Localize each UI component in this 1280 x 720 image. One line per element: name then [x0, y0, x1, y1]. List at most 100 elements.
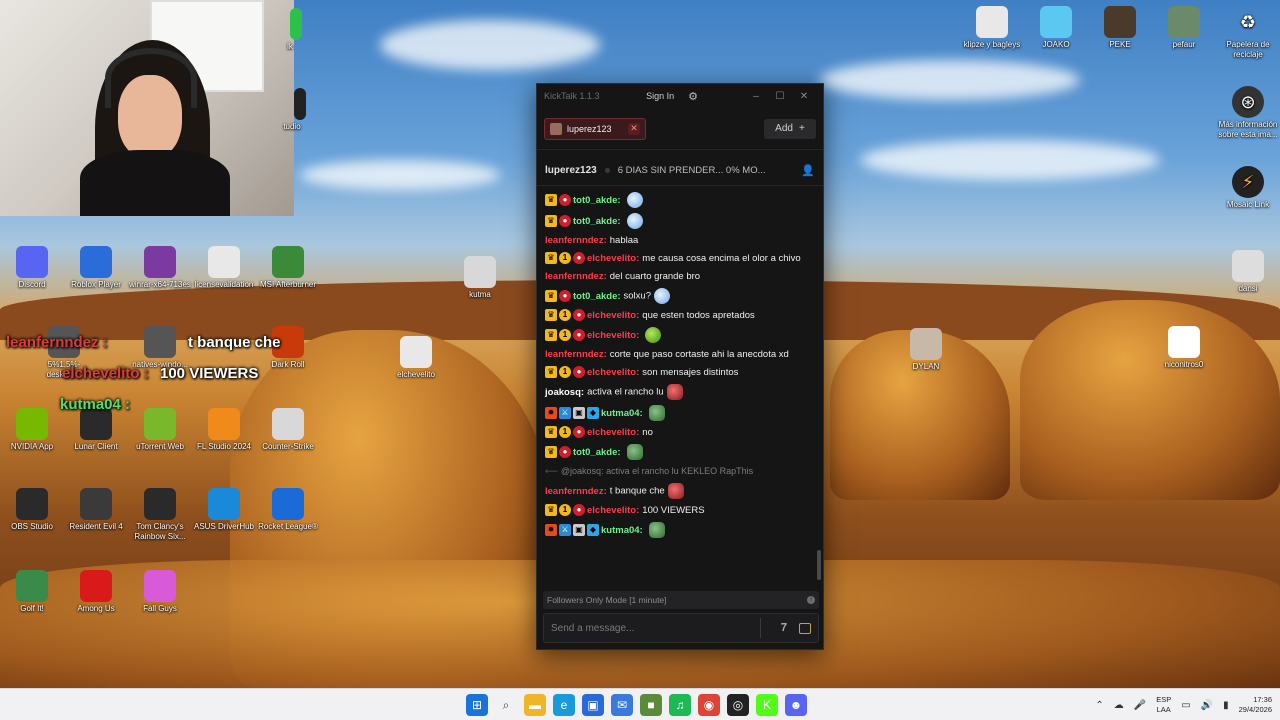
one-badge-icon[interactable]: 1 [559, 252, 571, 265]
chat-message[interactable]: joakosq: activa el rancho lu [545, 384, 815, 400]
cube-badge-icon[interactable]: ◆ [587, 524, 599, 536]
desktop-icon-elchevelito[interactable]: elchevelito [384, 336, 448, 380]
blue-badge-icon[interactable]: ⚔ [559, 524, 571, 536]
chat-username[interactable]: tot0_akde: [573, 195, 621, 206]
user-icon[interactable]: 👤 [801, 164, 815, 177]
desktop-icon-dylan[interactable]: DYLAN [894, 328, 958, 372]
one-badge-icon[interactable]: 1 [559, 309, 571, 322]
clock[interactable]: 17:36 29/4/2026 [1239, 695, 1272, 715]
sub-badge-icon[interactable]: ● [573, 329, 585, 341]
crown-badge-icon[interactable]: ♛ [545, 215, 557, 227]
chat-username[interactable]: elchevelito: [587, 427, 639, 438]
desktop-icon[interactable]: Golf It! [0, 570, 64, 614]
emote-icon[interactable] [648, 522, 665, 538]
file-explorer-icon[interactable]: ▬ [524, 694, 546, 716]
chat-message[interactable]: ✹ ⚔ ▣ ◆ kutma04: [545, 522, 815, 538]
gear-icon[interactable]: ⚙ [688, 90, 698, 103]
chat-username[interactable]: elchevelito: [587, 310, 639, 321]
chat-message[interactable]: ✹ ⚔ ▣ ◆ kutma04: [545, 405, 815, 421]
reply-preview[interactable]: ⟵ @joakosq: activa el rancho lu KEKLEO Ra… [545, 465, 815, 478]
emote-icon[interactable] [645, 327, 662, 343]
tab-channel[interactable]: luperez123 ✕ [544, 117, 646, 140]
desktop-icon[interactable]: Counter-Strike [256, 408, 320, 452]
chat-message[interactable]: leanfernndez: t banque che [545, 483, 815, 499]
kick-icon[interactable]: K [756, 694, 778, 716]
language-indicator[interactable]: ESP LAA [1156, 695, 1171, 715]
fire-badge-icon[interactable]: ✹ [545, 407, 557, 419]
desktop-icon[interactable]: FL Studio 2024 [192, 408, 256, 452]
obs-icon[interactable]: ◎ [727, 694, 749, 716]
desktop-icon[interactable]: uTorrent Web [128, 408, 192, 452]
mail-icon[interactable]: ✉ [611, 694, 633, 716]
blue-badge-icon[interactable]: ⚔ [559, 407, 571, 419]
chat-username[interactable]: tot0_akde: [573, 291, 621, 302]
sign-in-button[interactable]: Sign In [646, 91, 674, 101]
close-button[interactable]: ✕ [792, 91, 816, 102]
sub-badge-icon[interactable]: ● [573, 309, 585, 322]
emote-icon[interactable] [667, 483, 684, 499]
desktop-icon[interactable]: MSI Afterburner [256, 246, 320, 290]
one-badge-icon[interactable]: 1 [559, 504, 571, 517]
battery-icon[interactable]: ▮ [1223, 700, 1229, 711]
seventv-icon[interactable]: 𝟕 [781, 622, 787, 635]
sub-badge-icon[interactable]: ● [559, 290, 571, 302]
chat-username[interactable]: joakosq: [545, 387, 584, 398]
crown-badge-icon[interactable]: ♛ [545, 290, 557, 302]
crown-badge-icon[interactable]: ♛ [545, 309, 557, 322]
sub-badge-icon[interactable]: ● [559, 446, 571, 458]
desktop-icon-peke[interactable]: PEKE [1088, 6, 1152, 50]
store-icon[interactable]: ▣ [582, 694, 604, 716]
chat-message[interactable]: ♛ 1 ● elchevelito: son mensajes distintos [545, 366, 815, 379]
sub-badge-icon[interactable]: ● [573, 426, 585, 439]
crown-badge-icon[interactable]: ♛ [545, 426, 557, 439]
chat-message[interactable]: ♛ ● tot0_akde: [545, 444, 815, 460]
emote-icon[interactable] [626, 444, 643, 460]
chat-list[interactable]: ♛ ● tot0_akde: ♛ ● tot0_akde: leanfernndez: hab… [537, 187, 823, 589]
start-icon[interactable]: ⊞ [466, 694, 488, 716]
sub-badge-icon[interactable]: ● [559, 194, 571, 206]
chevron-up-icon[interactable]: ⌃ [1095, 700, 1103, 711]
one-badge-icon[interactable]: 1 [559, 366, 571, 379]
desktop-icon[interactable]: Fall Guys [128, 570, 192, 614]
chat-username[interactable]: kutma04: [601, 408, 643, 419]
desktop-icon[interactable]: OBS Studio [0, 488, 64, 532]
chat-username[interactable]: leanfernndez: [545, 235, 607, 246]
chat-message[interactable]: ♛ 1 ● elchevelito: que esten todos apretados [545, 309, 815, 322]
desktop-icon-pefaur[interactable]: pefaur [1152, 6, 1216, 50]
emote-icon[interactable] [626, 213, 643, 229]
sub-badge-icon[interactable]: ● [559, 215, 571, 227]
crown-badge-icon[interactable]: ♛ [545, 329, 557, 341]
maximize-button[interactable]: ☐ [768, 91, 792, 102]
desktop-icon[interactable]: Resident Evil 4 [64, 488, 128, 532]
desktop-icon[interactable]: natives-windo... [128, 326, 192, 370]
sub-badge-icon[interactable]: ● [573, 366, 585, 379]
desktop-icon-niconitros[interactable]: niconitros0 [1152, 326, 1216, 370]
desktop-icon[interactable]: Lunar Client [64, 408, 128, 452]
message-input[interactable]: Send a message... 𝟕 [543, 613, 819, 643]
desktop-icon-joako[interactable]: JOAKO [1024, 6, 1088, 50]
chat-message[interactable]: leanfernndez: hablaa [545, 234, 815, 247]
search-icon[interactable]: ⌕ [495, 694, 517, 716]
crown-badge-icon[interactable]: ♛ [545, 194, 557, 206]
desktop-icon-kutma[interactable]: kutma [448, 256, 512, 300]
desktop-icon[interactable]: Roblox Player [64, 246, 128, 290]
chat-message[interactable]: ♛ ● tot0_akde: [545, 213, 815, 229]
desktop-icon-recycle-bin[interactable]: ♻ Papelera de reciclaje [1216, 6, 1280, 60]
desktop-icon-klipze[interactable]: klipze y bagleys [960, 6, 1024, 50]
desktop-icon[interactable]: Tom Clancy's Rainbow Six... [128, 488, 192, 542]
wifi-icon[interactable]: ▭ [1181, 700, 1190, 711]
chat-message[interactable]: ♛ 1 ● elchevelito: me causa cosa encima el o… [545, 252, 815, 265]
chat-message[interactable]: ♛ 1 ● elchevelito: no [545, 426, 815, 439]
desktop-icon[interactable]: NVIDIA App [0, 408, 64, 452]
emote-icon[interactable] [626, 192, 643, 208]
crown-badge-icon[interactable]: ♛ [545, 252, 557, 265]
emote-icon[interactable] [653, 288, 670, 304]
minimize-button[interactable]: – [744, 91, 768, 102]
grey-badge-icon[interactable]: ▣ [573, 524, 585, 536]
emote-icon[interactable] [648, 405, 665, 421]
desktop-icon[interactable]: ASUS DriverHub [192, 488, 256, 532]
one-badge-icon[interactable]: 1 [559, 426, 571, 439]
edge-icon[interactable]: e [553, 694, 575, 716]
chat-username[interactable]: leanfernndez: [545, 271, 607, 282]
crown-badge-icon[interactable]: ♛ [545, 366, 557, 379]
